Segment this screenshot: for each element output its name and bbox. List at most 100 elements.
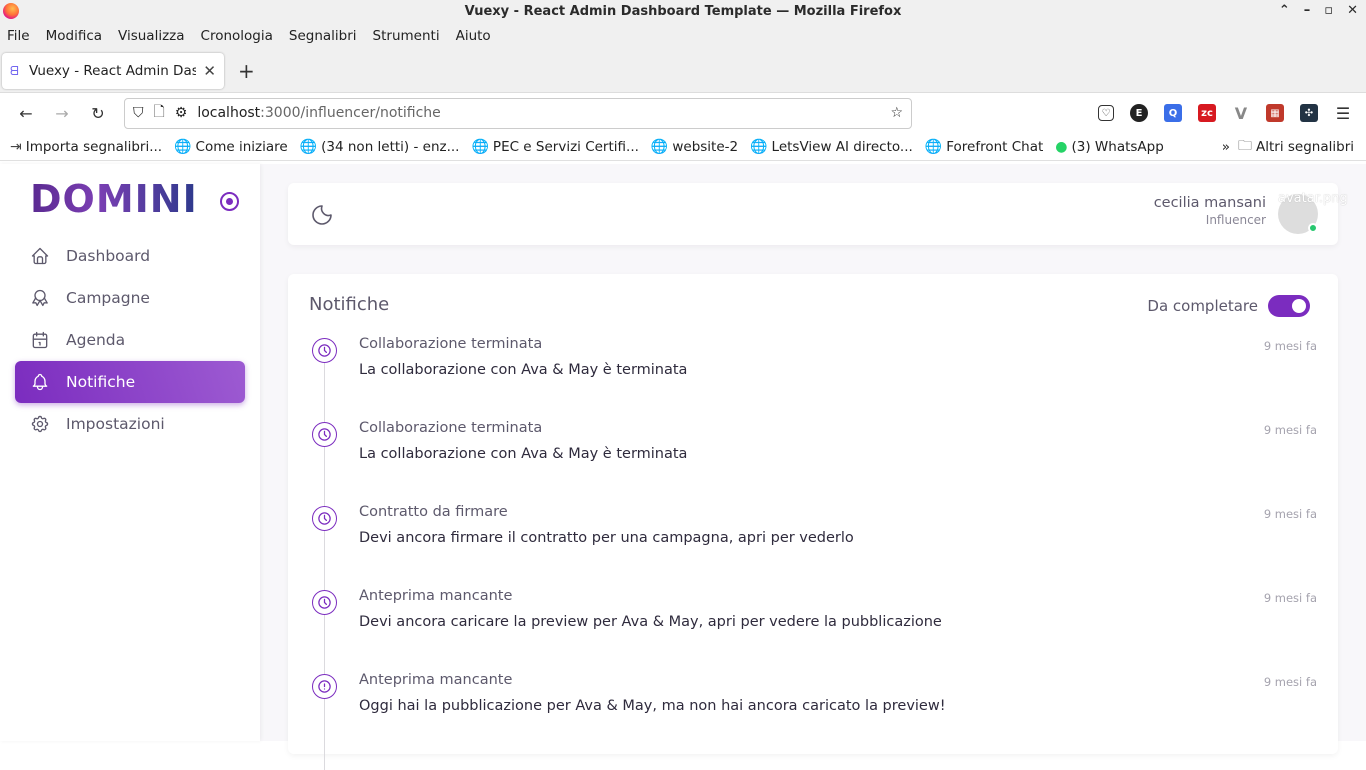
globe-icon: 🌐 xyxy=(299,138,318,155)
menubar: File Modifica Visualizza Cronologia Segn… xyxy=(0,23,1366,49)
shield-icon[interactable]: ⛉ xyxy=(133,105,144,121)
notifications-card: Notifiche Da completare Collaborazione t… xyxy=(288,274,1338,770)
extension-network-icon[interactable]: ✣ xyxy=(1300,104,1318,122)
menu-cronologia[interactable]: Cronologia xyxy=(201,28,273,44)
avatar[interactable]: avatar.png xyxy=(1278,191,1348,234)
extension-zcd-icon[interactable]: zc xyxy=(1198,104,1216,122)
back-icon[interactable]: ← xyxy=(8,104,44,123)
list-item[interactable]: Anteprima mancante 9 mesi fa Devi ancora… xyxy=(312,586,1317,670)
sidebar: DOMINI Dashboard Campagne Agenda Notific… xyxy=(0,164,260,741)
user-info[interactable]: cecilia mansani Influencer xyxy=(1154,195,1266,227)
notification-body: Devi ancora caricare la preview per Ava … xyxy=(359,614,942,630)
notification-title: Anteprima mancante xyxy=(359,588,513,604)
menu-segnalibri[interactable]: Segnalibri xyxy=(289,28,357,44)
import-icon: ⇥ xyxy=(10,138,22,155)
notification-time: 9 mesi fa xyxy=(1263,507,1317,521)
notification-time: 9 mesi fa xyxy=(1263,591,1317,605)
tab-vuexy[interactable]: ᗺ Vuexy - React Admin Das ✕ xyxy=(2,52,224,89)
menu-strumenti[interactable]: Strumenti xyxy=(373,28,440,44)
globe-icon: 🌐 xyxy=(650,138,669,155)
extension-v-icon[interactable]: V xyxy=(1232,104,1250,123)
window-titlebar: Vuexy - React Admin Dashboard Template —… xyxy=(0,0,1366,23)
forward-icon[interactable]: → xyxy=(44,104,80,123)
notification-title: Anteprima mancante xyxy=(359,672,513,688)
calendar-icon xyxy=(32,331,48,349)
notification-body: La collaborazione con Ava & May è termin… xyxy=(359,446,688,462)
bookmarks-toolbar: ⇥ Importa segnalibri... 🌐 Come iniziare 🌐(… xyxy=(0,133,1366,161)
bookmarks-overflow-icon[interactable]: » xyxy=(1222,139,1230,155)
sidebar-item-notifiche[interactable]: Notifiche xyxy=(15,361,245,403)
url-text[interactable]: localhost:3000/influencer/notifiche xyxy=(197,105,440,121)
sidebar-item-label: Impostazioni xyxy=(66,415,165,433)
menu-hamburger-icon[interactable]: ☰ xyxy=(1334,104,1352,123)
notification-title: Contratto da firmare xyxy=(359,504,508,520)
whatsapp-icon: ● xyxy=(1055,138,1068,155)
bookmark-item[interactable]: 🌐 website-2 xyxy=(651,139,738,155)
list-item[interactable]: Collaborazione terminata 9 mesi fa La co… xyxy=(312,418,1317,502)
home-icon xyxy=(31,247,49,265)
new-tab-button[interactable]: + xyxy=(238,59,255,83)
menu-modifica[interactable]: Modifica xyxy=(46,28,102,44)
sidebar-item-label: Notifiche xyxy=(66,373,136,391)
notification-title: Collaborazione terminata xyxy=(359,336,543,352)
alert-circle-icon xyxy=(312,674,337,699)
globe-icon: 🌐 xyxy=(924,138,943,155)
clock-icon xyxy=(312,338,337,363)
menu-aiuto[interactable]: Aiuto xyxy=(456,28,491,44)
sidebar-item-campagne[interactable]: Campagne xyxy=(15,277,245,319)
maximize-icon[interactable]: ▫ xyxy=(1324,3,1333,18)
list-item[interactable]: Anteprima mancante 9 mesi fa Oggi hai la… xyxy=(312,670,1317,754)
notification-body: Oggi hai la pubblicazione per Ava & May,… xyxy=(359,698,946,714)
globe-icon: 🌐 xyxy=(174,138,192,155)
notification-title: Collaborazione terminata xyxy=(359,420,543,436)
extensions-area: ♡ E Q zc V ▦ ✣ ☰ xyxy=(1098,104,1352,123)
clock-icon xyxy=(312,422,337,447)
clock-icon xyxy=(312,506,337,531)
list-item[interactable]: Contratto da firmare 9 mesi fa Devi anco… xyxy=(312,502,1317,586)
url-bar[interactable]: ⛉ 🗋 ⚙ localhost:3000/influencer/notifich… xyxy=(124,97,912,129)
other-bookmarks[interactable]: 🗀 Altri segnalibri xyxy=(1238,135,1354,159)
bookmark-star-icon[interactable]: ☆ xyxy=(890,105,903,121)
tab-title: Vuexy - React Admin Das xyxy=(29,62,197,79)
list-item[interactable]: Collaborazione terminata 9 mesi fa La co… xyxy=(312,334,1317,418)
menu-visualizza[interactable]: Visualizza xyxy=(118,28,185,44)
reload-icon[interactable]: ↻ xyxy=(80,104,116,123)
notifications-timeline: Collaborazione terminata 9 mesi fa La co… xyxy=(312,334,1317,770)
bookmark-item[interactable]: 🌐 Forefront Chat xyxy=(925,139,1044,155)
settings-icon xyxy=(31,415,49,433)
bookmark-item[interactable]: 🌐 (34 non letti) - enz... xyxy=(300,139,460,155)
notification-body: La collaborazione con Ava & May è termin… xyxy=(359,362,688,378)
sidebar-collapse-icon[interactable] xyxy=(220,192,239,211)
sidebar-item-agenda[interactable]: Agenda xyxy=(15,319,245,361)
menu-file[interactable]: File xyxy=(7,28,30,44)
sidebar-item-impostazioni[interactable]: Impostazioni xyxy=(15,403,245,445)
moon-icon[interactable] xyxy=(310,203,334,227)
bookmark-item[interactable]: ⇥ Importa segnalibri... xyxy=(10,139,162,155)
brand-logo[interactable]: DOMINI xyxy=(30,177,198,221)
pocket-icon[interactable]: ♡ xyxy=(1098,105,1114,121)
permissions-icon[interactable]: ⚙ xyxy=(175,105,188,121)
extension-grid-icon[interactable]: ▦ xyxy=(1266,104,1284,122)
bookmark-item[interactable]: 🌐 LetsView AI directo... xyxy=(750,139,913,155)
page-title: Notifiche xyxy=(309,294,390,315)
firefox-logo-icon xyxy=(3,3,19,19)
sidebar-item-label: Agenda xyxy=(66,331,126,349)
filter-toggle-group: Da completare xyxy=(1147,295,1310,317)
award-icon xyxy=(32,289,48,307)
tab-strip: ᗺ Vuexy - React Admin Das ✕ + xyxy=(0,49,1366,93)
bookmark-item[interactable]: 🌐 PEC e Servizi Certifi... xyxy=(471,139,638,155)
vuexy-favicon-icon: ᗺ xyxy=(10,63,19,78)
minimize-restore-icon[interactable]: ⌃ xyxy=(1279,3,1290,18)
globe-icon: 🌐 xyxy=(471,138,489,155)
minimize-icon[interactable]: – xyxy=(1304,3,1311,18)
filter-label: Da completare xyxy=(1147,297,1258,315)
sidebar-item-dashboard[interactable]: Dashboard xyxy=(15,235,245,277)
extension-q-icon[interactable]: Q xyxy=(1164,104,1182,122)
close-tab-icon[interactable]: ✕ xyxy=(203,62,216,80)
da-completare-toggle[interactable] xyxy=(1268,295,1310,317)
bookmark-item[interactable]: 🌐 Come iniziare xyxy=(174,139,288,155)
extension-e-icon[interactable]: E xyxy=(1130,104,1148,122)
bookmark-item[interactable]: ● (3) WhatsApp xyxy=(1055,139,1164,155)
bell-icon xyxy=(32,373,48,391)
close-window-icon[interactable]: ✕ xyxy=(1347,3,1358,18)
